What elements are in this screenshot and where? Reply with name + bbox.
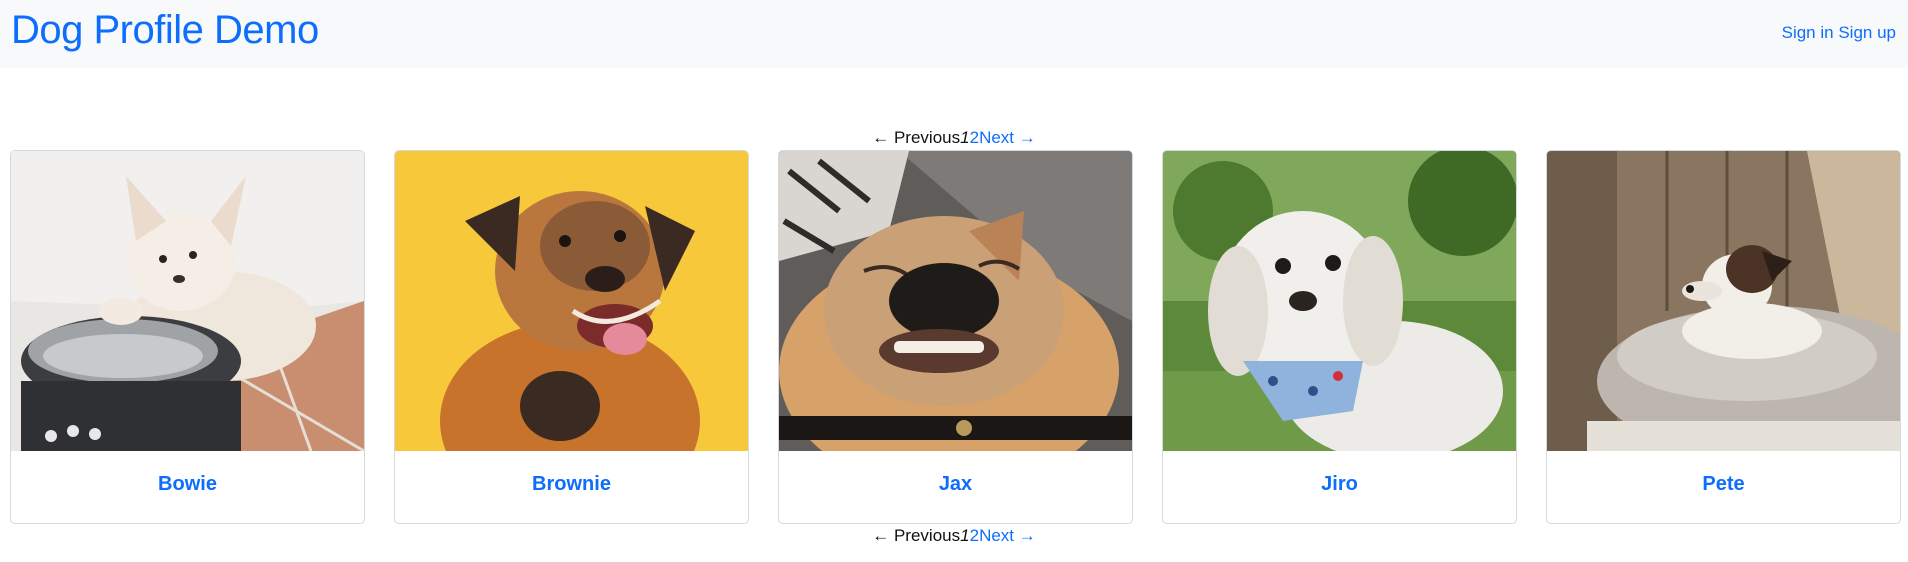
- dog-photo-bowie: [11, 151, 364, 451]
- dog-photo-brownie: [395, 151, 748, 451]
- sign-up-link[interactable]: Sign up: [1838, 23, 1896, 42]
- page-2-link[interactable]: 2: [970, 526, 979, 545]
- dog-card: Brownie: [394, 150, 749, 524]
- brand-link[interactable]: Dog Profile Demo: [11, 6, 319, 54]
- auth-links: Sign in Sign up: [1782, 21, 1896, 45]
- pagination-top: ← Previous12Next →: [0, 127, 1908, 149]
- dog-card: Bowie: [10, 150, 365, 524]
- dog-photo-jax: [779, 151, 1132, 451]
- pagination-bottom: ← Previous12Next →: [0, 525, 1908, 547]
- previous-page-label: ← Previous: [872, 526, 961, 545]
- dog-photo-pete: [1547, 151, 1900, 451]
- current-page-number: 1: [960, 526, 970, 545]
- dog-name-link[interactable]: Pete: [1547, 451, 1900, 523]
- dog-photo-jiro: [1163, 151, 1516, 451]
- previous-page-label: ← Previous: [872, 128, 961, 147]
- dog-card: Jax: [778, 150, 1133, 524]
- dog-card: Pete: [1546, 150, 1901, 524]
- dog-card: Jiro: [1162, 150, 1517, 524]
- dog-card-grid: Bowie Brownie Jax Jiro Pete: [10, 150, 1901, 524]
- navbar: Dog Profile Demo Sign in Sign up: [0, 0, 1908, 68]
- dog-name-link[interactable]: Jiro: [1163, 451, 1516, 523]
- page-2-link[interactable]: 2: [970, 128, 979, 147]
- dog-name-link[interactable]: Jax: [779, 451, 1132, 523]
- next-page-link[interactable]: Next →: [979, 128, 1036, 147]
- dog-name-link[interactable]: Brownie: [395, 451, 748, 523]
- sign-in-link[interactable]: Sign in: [1782, 23, 1834, 42]
- current-page-number: 1: [960, 128, 970, 147]
- dog-name-link[interactable]: Bowie: [11, 451, 364, 523]
- next-page-link[interactable]: Next →: [979, 526, 1036, 545]
